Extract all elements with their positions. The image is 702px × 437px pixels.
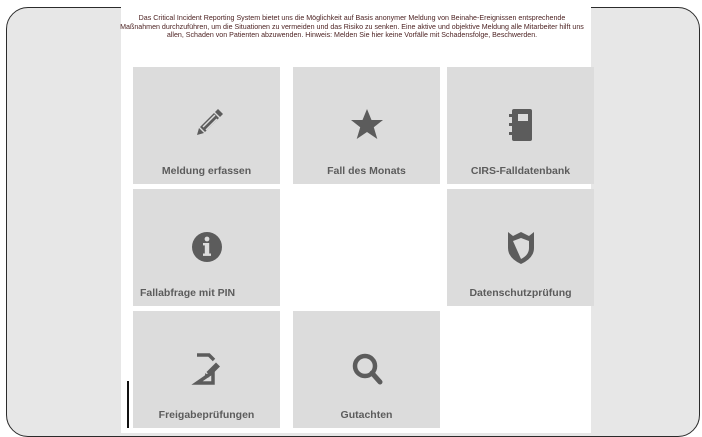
tile-label: Meldung erfassen [161, 165, 252, 177]
tile-gutachten[interactable]: Gutachten [293, 311, 440, 428]
intro-text: Das Critical Incident Reporting System b… [120, 14, 584, 40]
info-icon [191, 232, 222, 262]
shield-icon [507, 232, 534, 264]
tile-label: Fall des Monats [327, 165, 406, 177]
tile-label: CIRS-Falldatenbank [470, 165, 571, 177]
tile-cirs-falldatenbank[interactable]: CIRS-Falldatenbank [447, 67, 594, 184]
tile-freigabepruefungen[interactable]: Freigabeprüfungen [133, 311, 280, 428]
tile-label: Fallabfrage mit PIN [140, 287, 236, 299]
tile-datenschutzpruefung[interactable]: Datenschutzprüfung [447, 189, 594, 306]
tile-label: Datenschutzprüfung [469, 287, 572, 299]
edit-document-icon [190, 353, 220, 385]
tile-fall-des-monats[interactable]: Fall des Monats [293, 67, 440, 184]
tile-label: Freigabeprüfungen [158, 409, 255, 421]
text-cursor [127, 381, 129, 428]
tile-label: Gutachten [340, 409, 393, 421]
star-icon [350, 109, 383, 139]
tile-meldung-erfassen[interactable]: Meldung erfassen [133, 67, 280, 184]
notebook-icon [508, 109, 532, 141]
pencil-icon [196, 109, 223, 135]
tile-fallabfrage-mit-pin[interactable]: Fallabfrage mit PIN [133, 189, 280, 306]
search-icon [352, 353, 382, 385]
